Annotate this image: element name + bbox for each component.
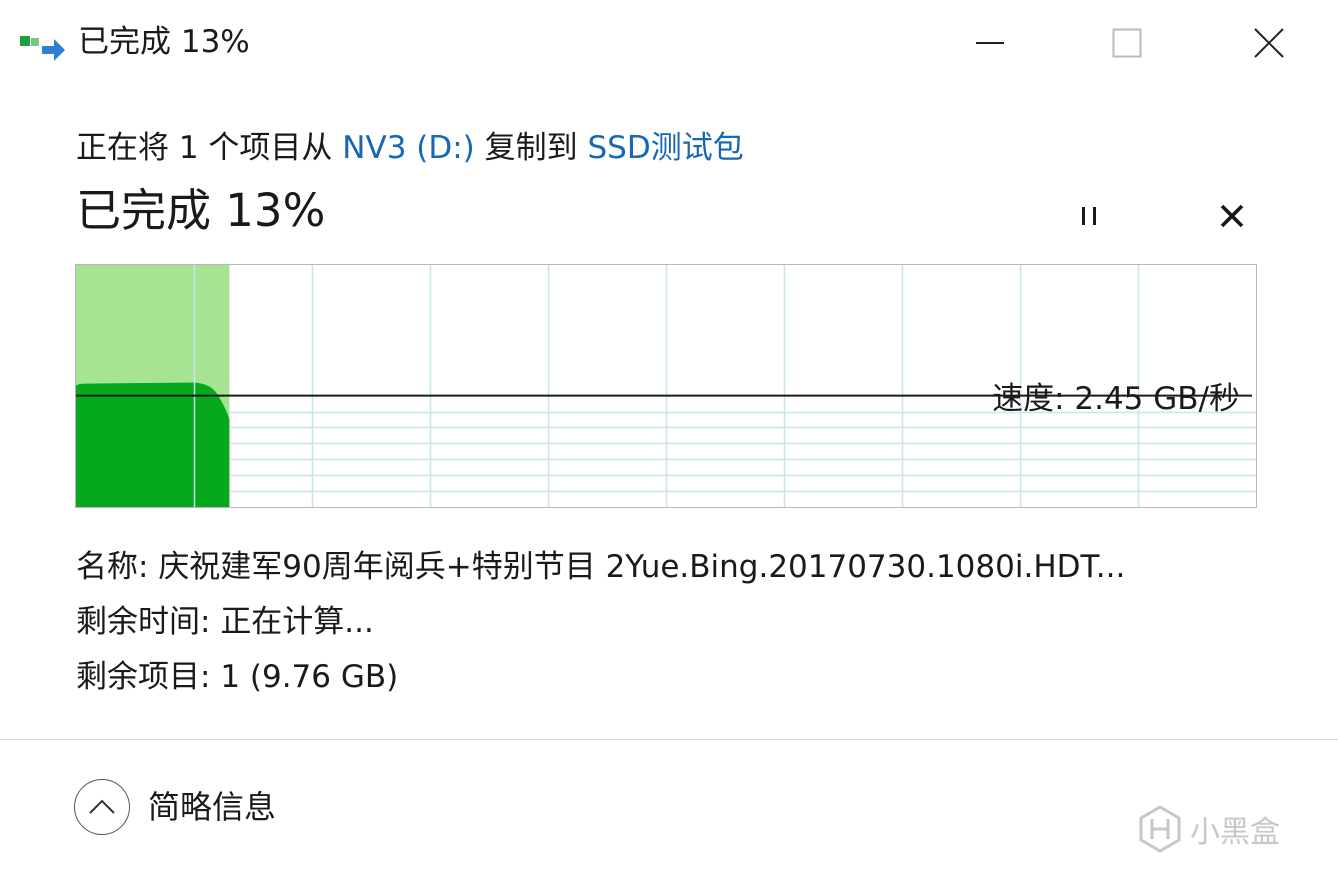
time-remaining-row: 剩余时间: 正在计算... <box>76 595 1125 650</box>
speed-history-area <box>76 382 230 507</box>
details-panel: 名称: 庆祝建军90周年阅兵+特别节目 2Yue.Bing.20170730.1… <box>76 540 1125 705</box>
fewer-details-label[interactable]: 简略信息 <box>148 784 276 830</box>
fewer-details-toggle[interactable] <box>74 779 130 835</box>
copy-prefix: 正在将 1 个项目从 <box>76 130 343 166</box>
title-bar: 已完成 13% <box>0 0 1338 88</box>
items-remaining-value: 1 (9.76 GB) <box>220 659 399 695</box>
copy-middle: 复制到 <box>474 130 588 166</box>
chevron-up-icon <box>89 799 115 814</box>
speed-label: 速度: 2.45 GB/秒 <box>992 381 1240 417</box>
maximize-icon <box>1112 28 1142 58</box>
cancel-icon <box>1220 204 1244 228</box>
speed-graph: 速度: 2.45 GB/秒 <box>75 264 1257 508</box>
file-name-value: 庆祝建军90周年阅兵+特别节目 2Yue.Bing.20170730.1080i… <box>158 549 1126 585</box>
pause-button[interactable] <box>1066 193 1112 239</box>
progress-title: 已完成 13% <box>76 184 326 237</box>
time-remaining-value: 正在计算... <box>220 604 374 640</box>
minimize-icon <box>976 42 1004 44</box>
maximize-button[interactable] <box>1097 14 1157 72</box>
watermark-text: 小黑盒 <box>1190 815 1280 850</box>
xiaoheihe-logo-icon <box>1139 805 1181 853</box>
items-remaining-label: 剩余项目: <box>76 659 221 695</box>
file-name-row: 名称: 庆祝建军90周年阅兵+特别节目 2Yue.Bing.20170730.1… <box>76 540 1125 595</box>
copy-description: 正在将 1 个项目从 NV3 (D:) 复制到 SSD测试包 <box>76 124 744 172</box>
window-title: 已完成 13% <box>78 24 250 60</box>
destination-link[interactable]: SSD测试包 <box>588 130 744 166</box>
items-remaining-row: 剩余项目: 1 (9.76 GB) <box>76 650 1125 705</box>
close-button[interactable] <box>1239 14 1299 72</box>
watermark: 小黑盒 <box>1138 800 1308 858</box>
minimize-button[interactable] <box>960 14 1020 72</box>
file-name-label: 名称: <box>76 549 159 585</box>
cancel-button[interactable] <box>1209 193 1255 239</box>
file-copy-icon <box>20 36 65 61</box>
pause-icon <box>1082 207 1096 225</box>
source-link[interactable]: NV3 (D:) <box>342 130 474 166</box>
time-remaining-label: 剩余时间: <box>76 604 221 640</box>
close-icon <box>1254 28 1284 58</box>
